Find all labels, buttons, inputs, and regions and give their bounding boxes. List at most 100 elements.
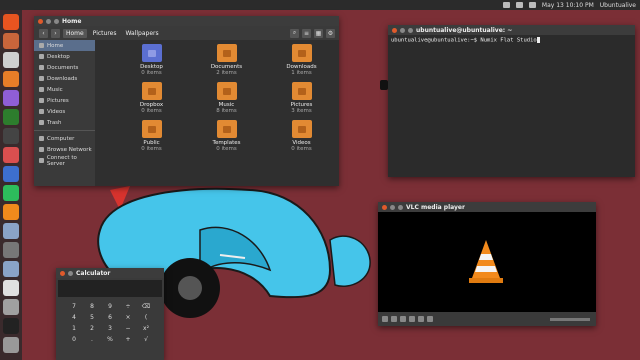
calc-key[interactable]: ÷ (119, 303, 137, 310)
sidebar-item-label: Browse Network (47, 146, 92, 153)
clock[interactable]: May 13 10:10 PM (542, 2, 594, 9)
close-icon[interactable] (382, 204, 387, 210)
software-icon[interactable] (3, 280, 19, 296)
calc-key[interactable]: × (119, 314, 137, 321)
volume-slider[interactable] (550, 317, 590, 321)
list-view-icon[interactable]: ≡ (302, 28, 311, 38)
back-button[interactable]: ‹ (39, 28, 48, 38)
file-item-downloads[interactable]: Downloads 1 items (264, 44, 339, 76)
vlc-icon[interactable] (3, 204, 19, 220)
network-icon[interactable] (502, 2, 510, 8)
folder-icon (216, 120, 237, 138)
maximize-icon[interactable] (408, 27, 413, 33)
sidebar-item-documents[interactable]: Documents (34, 62, 95, 73)
breadcrumb-wallpapers[interactable]: Wallpapers (122, 29, 161, 38)
file-item-public[interactable]: Public 0 items (114, 120, 189, 152)
calc-key[interactable]: 2 (83, 325, 101, 332)
sidebar-item-browse-network[interactable]: Browse Network (34, 144, 95, 155)
close-icon[interactable] (38, 18, 43, 24)
chrome-icon[interactable] (3, 52, 19, 68)
calc-key[interactable]: 1 (65, 325, 83, 332)
inkscape-icon[interactable] (3, 128, 19, 144)
calc-key[interactable]: 0 (65, 336, 83, 343)
maximize-icon[interactable] (398, 204, 403, 210)
calc-key[interactable]: 6 (101, 314, 119, 321)
file-item-templates[interactable]: Templates 0 items (189, 120, 264, 152)
stop-icon[interactable] (400, 316, 406, 322)
calc-key[interactable]: x² (137, 325, 155, 332)
calc-key[interactable]: 7 (65, 303, 83, 310)
sidebar-item-home[interactable]: Home (34, 40, 95, 51)
file-item-dropbox[interactable]: Dropbox 0 items (114, 82, 189, 114)
calc-key[interactable]: + (119, 336, 137, 343)
playlist-icon[interactable] (427, 316, 433, 322)
file-item-music[interactable]: Music 8 items (189, 82, 264, 114)
sidebar-item-computer[interactable]: Computer (34, 133, 95, 144)
calc-key[interactable]: √ (137, 336, 155, 343)
spotify-icon[interactable] (3, 185, 19, 201)
tools-icon[interactable] (3, 242, 19, 258)
sidebar-item-downloads[interactable]: Downloads (34, 73, 95, 84)
calc-key[interactable]: % (101, 336, 119, 343)
calc-key[interactable]: 5 (83, 314, 101, 321)
blue-app-icon[interactable] (3, 166, 19, 182)
play-icon[interactable] (382, 316, 388, 322)
vlc-titlebar[interactable]: VLC media player (378, 202, 596, 212)
files-icon[interactable] (3, 33, 19, 49)
volume-icon[interactable] (528, 2, 536, 8)
calc-icon[interactable] (3, 109, 19, 125)
sidebar-item-desktop[interactable]: Desktop (34, 51, 95, 62)
breadcrumb-home[interactable]: Home (63, 28, 87, 38)
breadcrumb-pictures[interactable]: Pictures (90, 29, 120, 38)
sidebar-item-trash[interactable]: Trash (34, 117, 95, 128)
calc-key[interactable]: . (83, 336, 101, 343)
calc-key[interactable]: ⌫ (137, 303, 155, 310)
calculator-display[interactable] (58, 280, 162, 297)
maximize-icon[interactable] (54, 18, 59, 24)
forward-button[interactable]: › (51, 28, 60, 38)
user-menu[interactable]: Ubuntualive (600, 2, 636, 9)
calc-key[interactable]: ( (137, 314, 155, 321)
file-item-pictures[interactable]: Pictures 3 items (264, 82, 339, 114)
file-count: 3 items (291, 108, 312, 114)
next-icon[interactable] (409, 316, 415, 322)
files-titlebar[interactable]: Home (34, 16, 339, 26)
trash-icon[interactable] (3, 337, 19, 353)
search-icon[interactable]: ⌕ (290, 28, 299, 38)
calc-key[interactable]: − (119, 325, 137, 332)
files-toolbar: ‹ › Home Pictures Wallpapers ⌕ ≡ ▦ ⚙ (34, 26, 339, 40)
menu-icon[interactable]: ⚙ (326, 28, 335, 38)
minimize-icon[interactable] (400, 27, 405, 33)
file-item-desktop[interactable]: Desktop 0 items (114, 44, 189, 76)
camera2-icon[interactable] (3, 261, 19, 277)
sidebar-item-pictures[interactable]: Pictures (34, 95, 95, 106)
minimize-icon[interactable] (390, 204, 395, 210)
calculator-titlebar[interactable]: Calculator (56, 268, 164, 278)
calc-key[interactable]: 9 (101, 303, 119, 310)
ubuntu-icon[interactable] (3, 14, 19, 30)
terminal-titlebar[interactable]: ubuntualive@ubuntualive: ~ (388, 25, 635, 35)
close-icon[interactable] (60, 270, 65, 276)
previous-icon[interactable] (391, 316, 397, 322)
minimize-icon[interactable] (68, 270, 73, 276)
close-icon[interactable] (392, 27, 397, 33)
sidebar-item-music[interactable]: Music (34, 84, 95, 95)
terminal-body[interactable]: ubuntualive@ubuntualive:~$ Numix Flat St… (388, 35, 635, 46)
grid-view-icon[interactable]: ▦ (314, 28, 323, 38)
sidebar-item-videos[interactable]: Videos (34, 106, 95, 117)
calc-key[interactable]: 4 (65, 314, 83, 321)
camera-icon[interactable] (3, 223, 19, 239)
calc-key[interactable]: 3 (101, 325, 119, 332)
sidebar-item-connect-to-server[interactable]: Connect to Server (34, 155, 95, 167)
settings-icon[interactable] (3, 299, 19, 315)
terminal-icon[interactable] (3, 318, 19, 334)
file-item-documents[interactable]: Documents 2 items (189, 44, 264, 76)
minimize-icon[interactable] (46, 18, 51, 24)
file-item-videos[interactable]: Videos 0 items (264, 120, 339, 152)
app-icon[interactable] (3, 147, 19, 163)
calc-key[interactable]: 8 (83, 303, 101, 310)
battery-icon[interactable] (515, 2, 523, 8)
writer-icon[interactable] (3, 90, 19, 106)
fullscreen-icon[interactable] (418, 316, 424, 322)
firefox-icon[interactable] (3, 71, 19, 87)
